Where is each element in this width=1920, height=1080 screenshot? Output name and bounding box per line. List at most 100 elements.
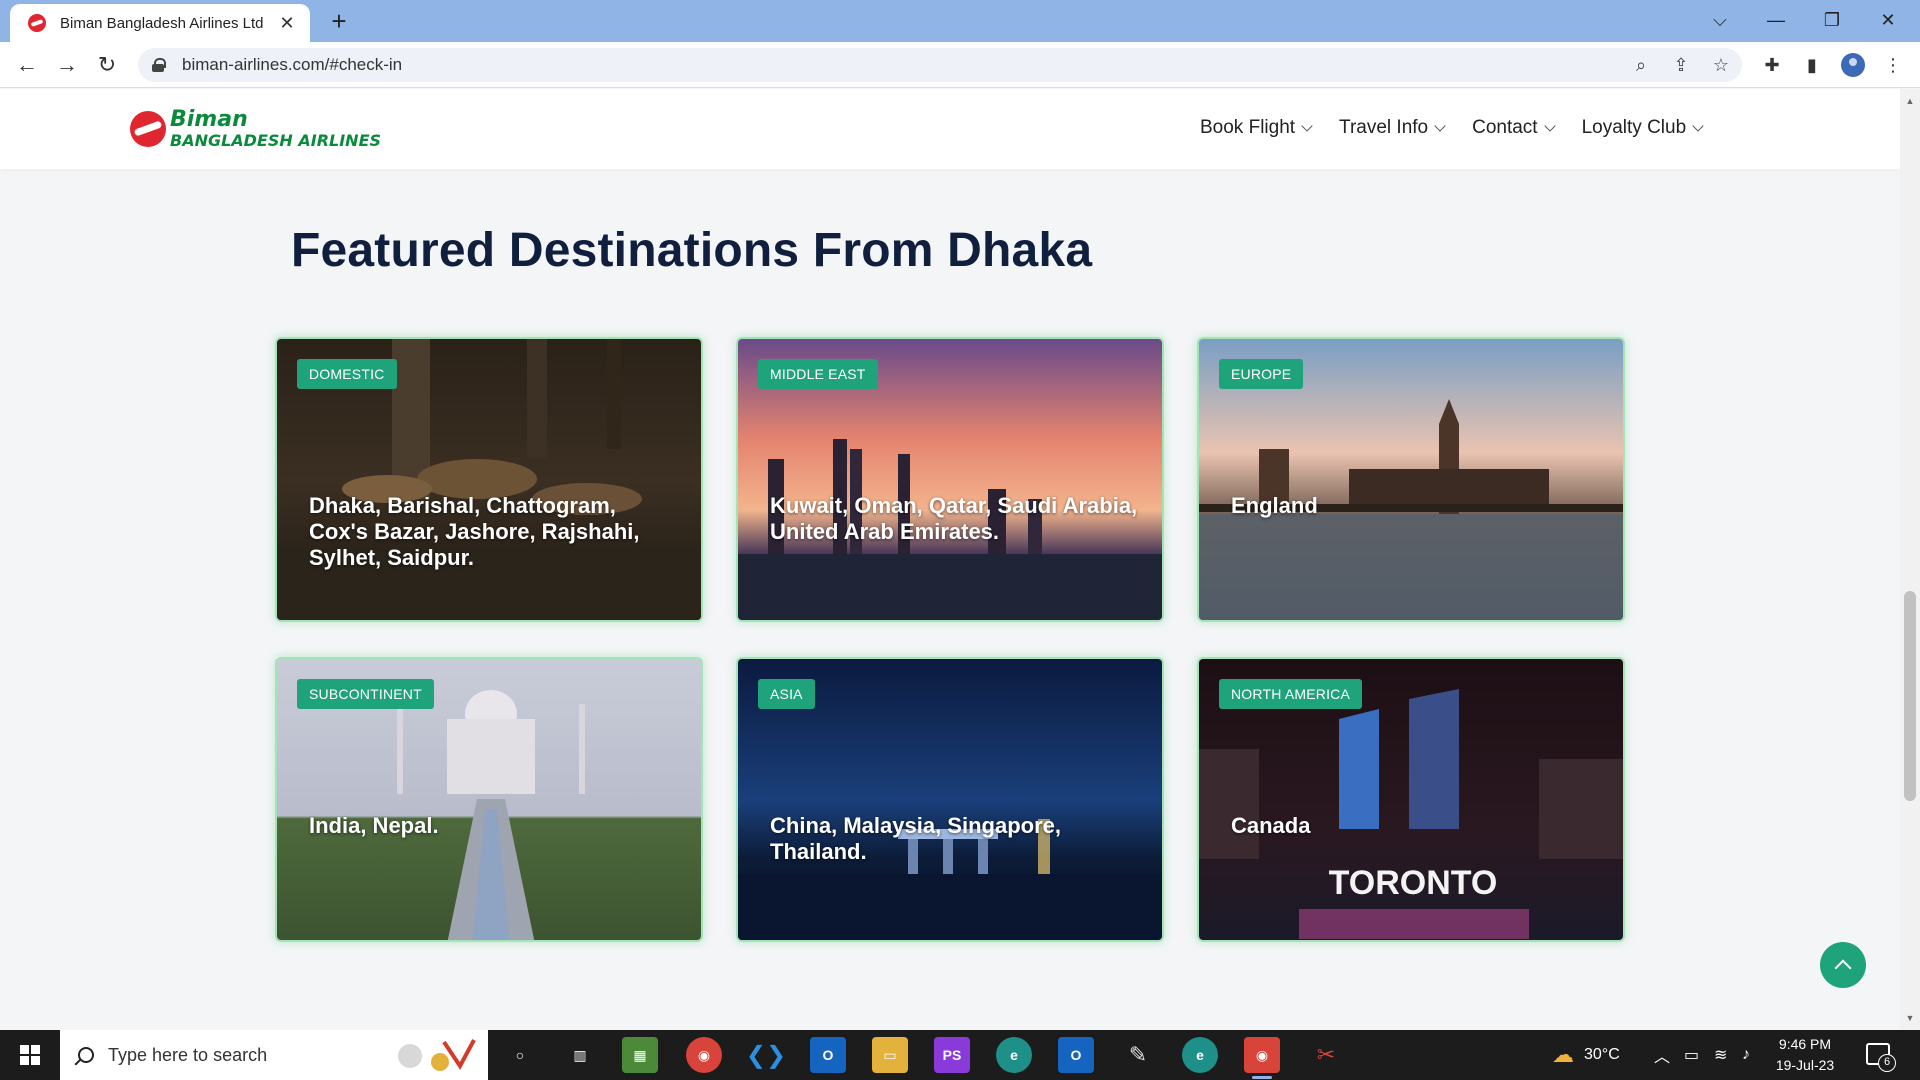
site-header: Biman BANGLADESH AIRLINES Book Flight Tr… — [0, 89, 1900, 169]
clock-time: 9:46 PM — [1778, 1036, 1832, 1052]
minimize-button[interactable]: — — [1750, 0, 1802, 40]
destination-card-subcontinent[interactable]: SUBCONTINENT India, Nepal. — [275, 657, 703, 942]
volume-icon[interactable]: ♪ — [1742, 1030, 1750, 1080]
close-window-button[interactable]: ✕ — [1862, 0, 1914, 40]
new-tab-button[interactable]: + — [324, 6, 354, 36]
taskbar-search-placeholder: Type here to search — [108, 1044, 268, 1065]
chevron-down-icon — [1434, 120, 1446, 132]
region-badge: MIDDLE EAST — [758, 359, 878, 389]
destination-caption: England — [1231, 493, 1318, 518]
page-scrollbar[interactable]: ▲ ▼ — [1900, 89, 1920, 1030]
notification-count-badge: 6 — [1878, 1054, 1896, 1072]
destination-caption: Dhaka, Barishal, Chattogram, Cox's Bazar… — [309, 493, 640, 570]
biman-logo[interactable]: Biman BANGLADESH AIRLINES — [130, 109, 381, 149]
region-badge: ASIA — [758, 679, 815, 709]
task-view-icon[interactable]: ▥ — [562, 1037, 598, 1073]
windows-taskbar: Type here to search ○ ▥ ▦ ◉ ❮❯ O ▭ PS e … — [0, 1030, 1920, 1080]
region-badge: SUBCONTINENT — [297, 679, 434, 709]
toronto-sign: TORONTO — [1329, 864, 1498, 902]
nav-loyalty-club[interactable]: Loyalty Club — [1581, 117, 1704, 139]
biman-logo-mark-icon — [130, 111, 166, 147]
scrollbar-thumb[interactable] — [1904, 591, 1916, 801]
chrome-app-icon[interactable]: ◉ — [686, 1037, 722, 1073]
tab-search-chevron-icon[interactable]: ⌵ — [1694, 0, 1746, 40]
url-text[interactable]: biman-airlines.com/#check-in — [182, 55, 402, 75]
address-bar[interactable]: biman-airlines.com/#check-in ⌕ ⇪ ☆ — [138, 48, 1742, 82]
browser-menu-icon[interactable]: ⋮ — [1878, 50, 1908, 80]
search-icon — [78, 1047, 94, 1063]
destination-card-domestic[interactable]: DOMESTIC Dhaka, Barishal, Chattogram, Co… — [275, 337, 703, 622]
destination-card-middle-east[interactable]: MIDDLE EAST Kuwait, Oman, Qatar, Saudi A… — [736, 337, 1164, 622]
nav-travel-info-label: Travel Info — [1339, 117, 1429, 138]
edge-dev-app-icon[interactable]: e — [996, 1037, 1032, 1073]
restore-button[interactable]: ❐ — [1806, 0, 1858, 40]
back-button[interactable]: ← — [12, 50, 42, 80]
bookmark-star-icon[interactable]: ☆ — [1706, 48, 1736, 82]
weather-temp: 30°C — [1584, 1046, 1620, 1063]
logo-wordmark-bottom: BANGLADESH AIRLINES — [170, 131, 382, 150]
search-highlight-icon — [398, 1039, 476, 1071]
chevron-down-icon — [1301, 120, 1313, 132]
page-viewport: Biman BANGLADESH AIRLINES Book Flight Tr… — [0, 89, 1900, 1030]
phpstorm-app-icon[interactable]: PS — [934, 1037, 970, 1073]
region-badge: NORTH AMERICA — [1219, 679, 1363, 709]
snipping-tool-icon[interactable]: ✂ — [1308, 1037, 1344, 1073]
lock-icon[interactable] — [152, 58, 166, 72]
share-icon[interactable]: ⇪ — [1666, 48, 1696, 82]
vscode-app-icon[interactable]: ❮❯ — [746, 1037, 786, 1073]
nav-book-flight[interactable]: Book Flight — [1200, 117, 1313, 139]
region-badge: DOMESTIC — [297, 359, 397, 389]
reload-button[interactable]: ↻ — [92, 50, 122, 80]
close-tab-icon[interactable]: ✕ — [276, 13, 298, 34]
zoom-icon[interactable]: ⌕ — [1626, 48, 1656, 82]
side-panel-icon[interactable]: ▮ — [1797, 50, 1827, 80]
chevron-down-icon — [1692, 120, 1704, 132]
taskbar-clock[interactable]: 9:46 PM 19-Jul-23 — [1760, 1034, 1850, 1076]
file-explorer-icon[interactable]: ▭ — [872, 1037, 908, 1073]
scroll-up-arrow-icon[interactable]: ▲ — [1900, 93, 1920, 109]
browser-tab-active[interactable]: Biman Bangladesh Airlines Ltd ✕ — [10, 4, 310, 42]
tray-chevron-up-icon[interactable]: ︿ — [1654, 1030, 1670, 1080]
start-button[interactable] — [0, 1030, 60, 1080]
profile-avatar[interactable] — [1838, 50, 1868, 80]
chevron-down-icon — [1543, 120, 1556, 132]
back-to-top-button[interactable] — [1820, 942, 1866, 988]
region-badge: EUROPE — [1219, 359, 1304, 389]
weather-icon: ☁ — [1552, 1042, 1574, 1067]
destination-caption: Canada — [1231, 813, 1311, 838]
nav-loyalty-club-label: Loyalty Club — [1581, 117, 1687, 138]
destination-card-north-america[interactable]: TORONTO NORTH AMERICA Canada — [1197, 657, 1625, 942]
browser-tab-strip: Biman Bangladesh Airlines Ltd ✕ + ⌵ — ❐ … — [0, 0, 1920, 42]
photos-app-icon[interactable]: ▦ — [622, 1037, 658, 1073]
biman-favicon-icon — [28, 14, 46, 32]
taskbar-search[interactable]: Type here to search — [60, 1030, 488, 1080]
outlook-pre-app-icon[interactable]: O — [810, 1037, 846, 1073]
nav-contact-label: Contact — [1472, 117, 1538, 138]
weather-widget[interactable]: ☁ 30°C — [1552, 1030, 1620, 1080]
wifi-icon[interactable]: ≋ — [1714, 1030, 1727, 1080]
destination-caption: Kuwait, Oman, Qatar, Saudi Arabia, Unite… — [770, 493, 1138, 544]
main-nav: Book Flight Travel Info Contact Loyalty … — [1200, 117, 1704, 139]
windows-logo-icon — [20, 1045, 40, 1065]
task-view-cortana-icon[interactable]: ○ — [502, 1037, 538, 1073]
edge-app-icon[interactable]: e — [1182, 1037, 1218, 1073]
nav-contact[interactable]: Contact — [1472, 117, 1556, 139]
destination-card-asia[interactable]: ASIA China, Malaysia, Singapore, Thailan… — [736, 657, 1164, 942]
chrome-active-app-icon[interactable]: ◉ — [1244, 1037, 1280, 1079]
nav-book-flight-label: Book Flight — [1200, 117, 1296, 138]
destination-card-europe[interactable]: EUROPE England — [1197, 337, 1625, 622]
clock-date: 19-Jul-23 — [1775, 1057, 1835, 1073]
extensions-puzzle-icon[interactable]: ✚ — [1757, 50, 1787, 80]
scroll-down-arrow-icon[interactable]: ▼ — [1900, 1010, 1920, 1026]
forward-button[interactable]: → — [52, 50, 82, 80]
paint-app-icon[interactable]: ✎ — [1120, 1037, 1156, 1073]
nav-travel-info[interactable]: Travel Info — [1339, 117, 1446, 139]
outlook-app-icon[interactable]: O — [1058, 1037, 1094, 1073]
browser-toolbar: ← → ↻ biman-airlines.com/#check-in ⌕ ⇪ ☆… — [0, 42, 1920, 88]
section-title: Featured Destinations From Dhaka — [291, 224, 1093, 277]
destination-caption: China, Malaysia, Singapore, Thailand. — [770, 813, 1061, 864]
chevron-up-icon — [1834, 959, 1852, 977]
logo-wordmark-top: Biman — [170, 107, 248, 132]
battery-icon[interactable]: ▭ — [1684, 1030, 1699, 1080]
tab-title: Biman Bangladesh Airlines Ltd — [60, 14, 264, 32]
